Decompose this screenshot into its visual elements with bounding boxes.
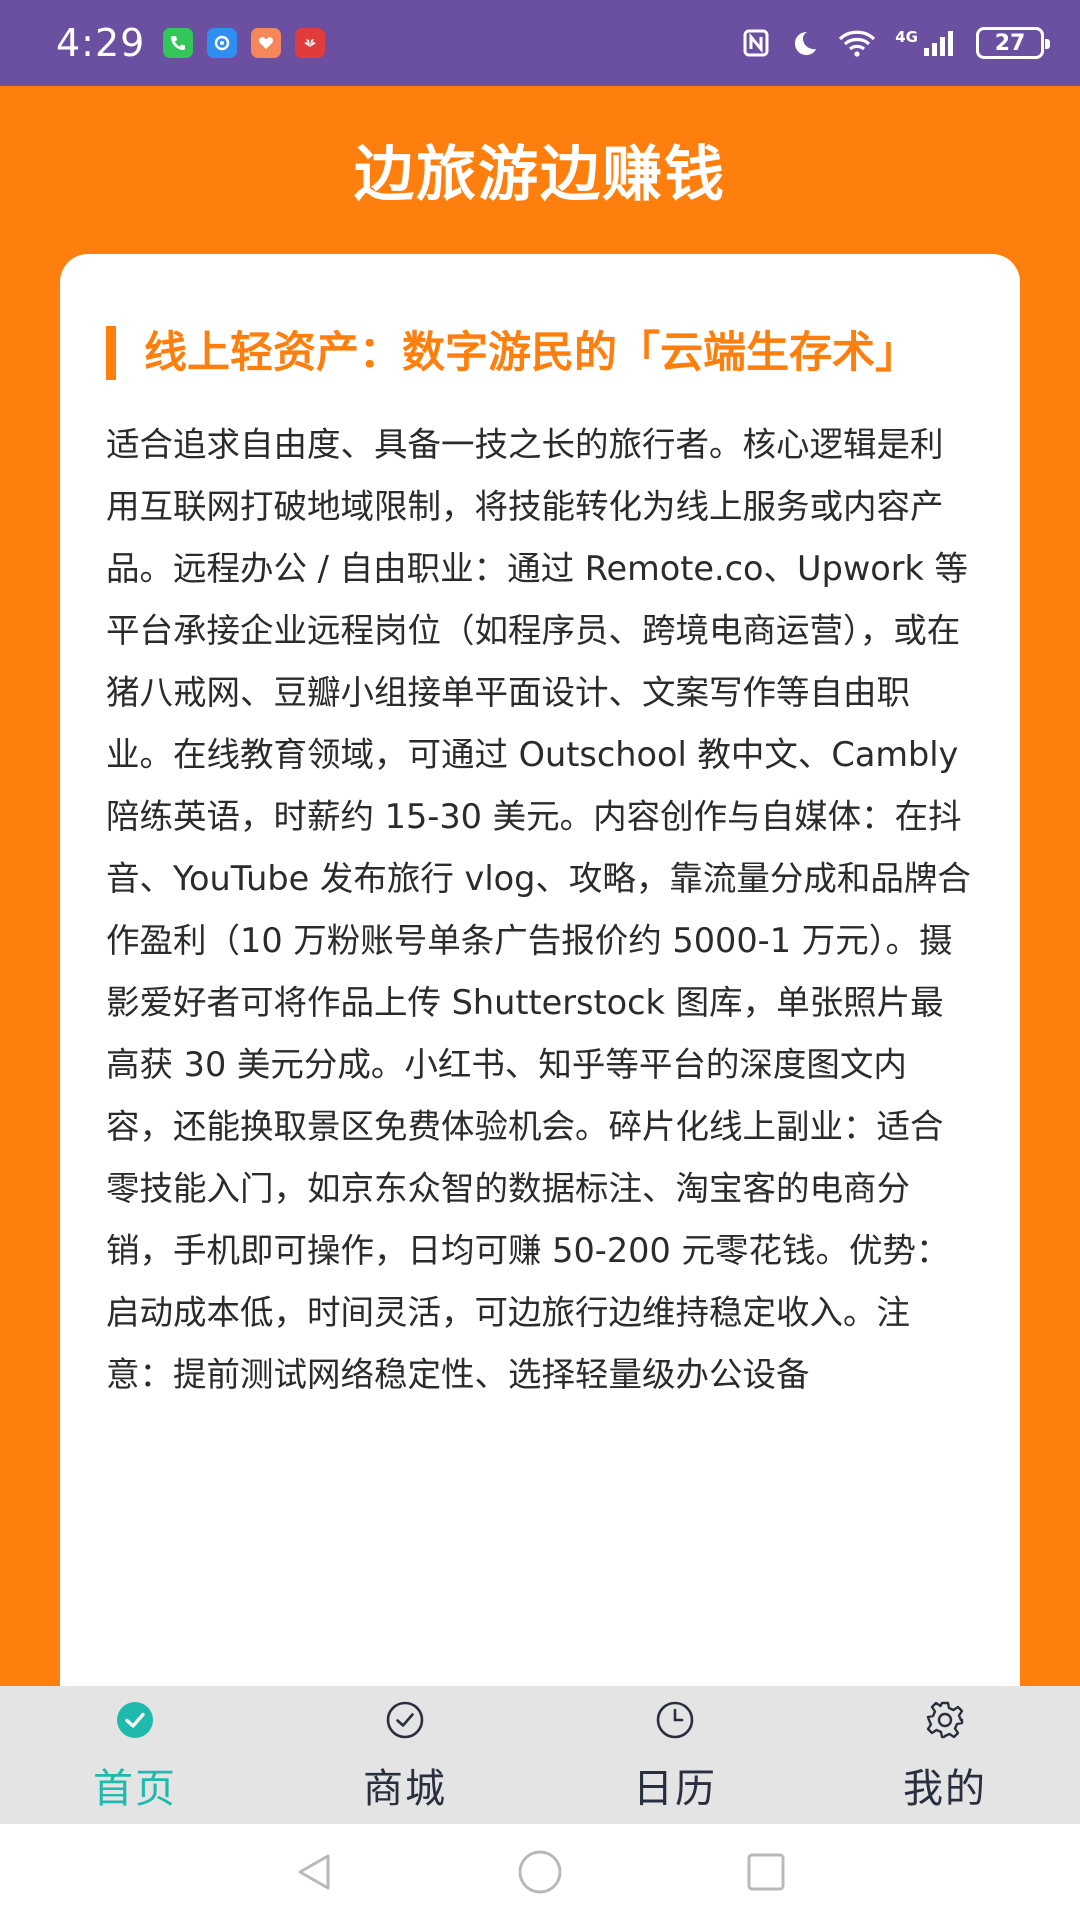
status-time: 4:29 — [56, 21, 146, 65]
article-card[interactable]: 线上轻资产：数字游民的「云端生存术」 适合追求自由度、具备一技之长的旅行者。核心… — [60, 254, 1020, 1686]
tab-home-label: 首页 — [93, 1766, 177, 1812]
gear-icon — [925, 1700, 965, 1740]
tab-calendar[interactable]: 日历 — [540, 1686, 810, 1824]
signal-icon — [924, 31, 953, 56]
section-heading: 线上轻资产：数字游民的「云端生存术」 — [106, 326, 972, 380]
tab-mall[interactable]: 商城 — [270, 1686, 540, 1824]
tab-profile-label: 我的 — [903, 1766, 987, 1812]
back-icon[interactable] — [292, 1850, 336, 1894]
tab-home[interactable]: 首页 — [0, 1686, 270, 1824]
battery-icon: 27 — [976, 27, 1050, 59]
app-screen: 4:29 4G 27 边旅游边赚钱 线上轻资产：数字游民的「云端生存术」 适合追… — [0, 0, 1080, 1920]
wifi-icon — [839, 30, 876, 57]
health-app-icon — [251, 28, 282, 58]
tab-mall-label: 商城 — [363, 1766, 447, 1812]
main-content: 边旅游边赚钱 线上轻资产：数字游民的「云端生存术」 适合追求自由度、具备一技之长… — [0, 86, 1080, 1686]
page-title: 边旅游边赚钱 — [354, 140, 726, 210]
status-bar: 4:29 4G 27 — [0, 0, 1080, 86]
nfc-icon — [743, 29, 769, 57]
status-indicators: 4G 27 — [741, 27, 1050, 59]
chat-app-icon — [207, 28, 238, 58]
bottom-tab-bar: 首页 商城 日历 我的 — [0, 1686, 1080, 1824]
network-type: 4G — [895, 28, 918, 46]
system-nav-bar — [0, 1824, 1080, 1920]
clock-icon — [655, 1700, 695, 1740]
article-body: 适合追求自由度、具备一技之长的旅行者。核心逻辑是利用互联网打破地域限制，将技能转… — [106, 425, 971, 1394]
tab-calendar-label: 日历 — [633, 1766, 717, 1812]
moon-icon — [795, 32, 817, 55]
recent-apps-icon[interactable] — [744, 1850, 788, 1894]
phone-app-icon — [163, 28, 194, 58]
tab-profile[interactable]: 我的 — [810, 1686, 1080, 1824]
check-circle-filled-icon — [115, 1700, 155, 1740]
huawei-app-icon — [295, 28, 326, 58]
check-circle-outline-icon — [385, 1700, 425, 1740]
home-circle-icon[interactable] — [516, 1848, 564, 1896]
